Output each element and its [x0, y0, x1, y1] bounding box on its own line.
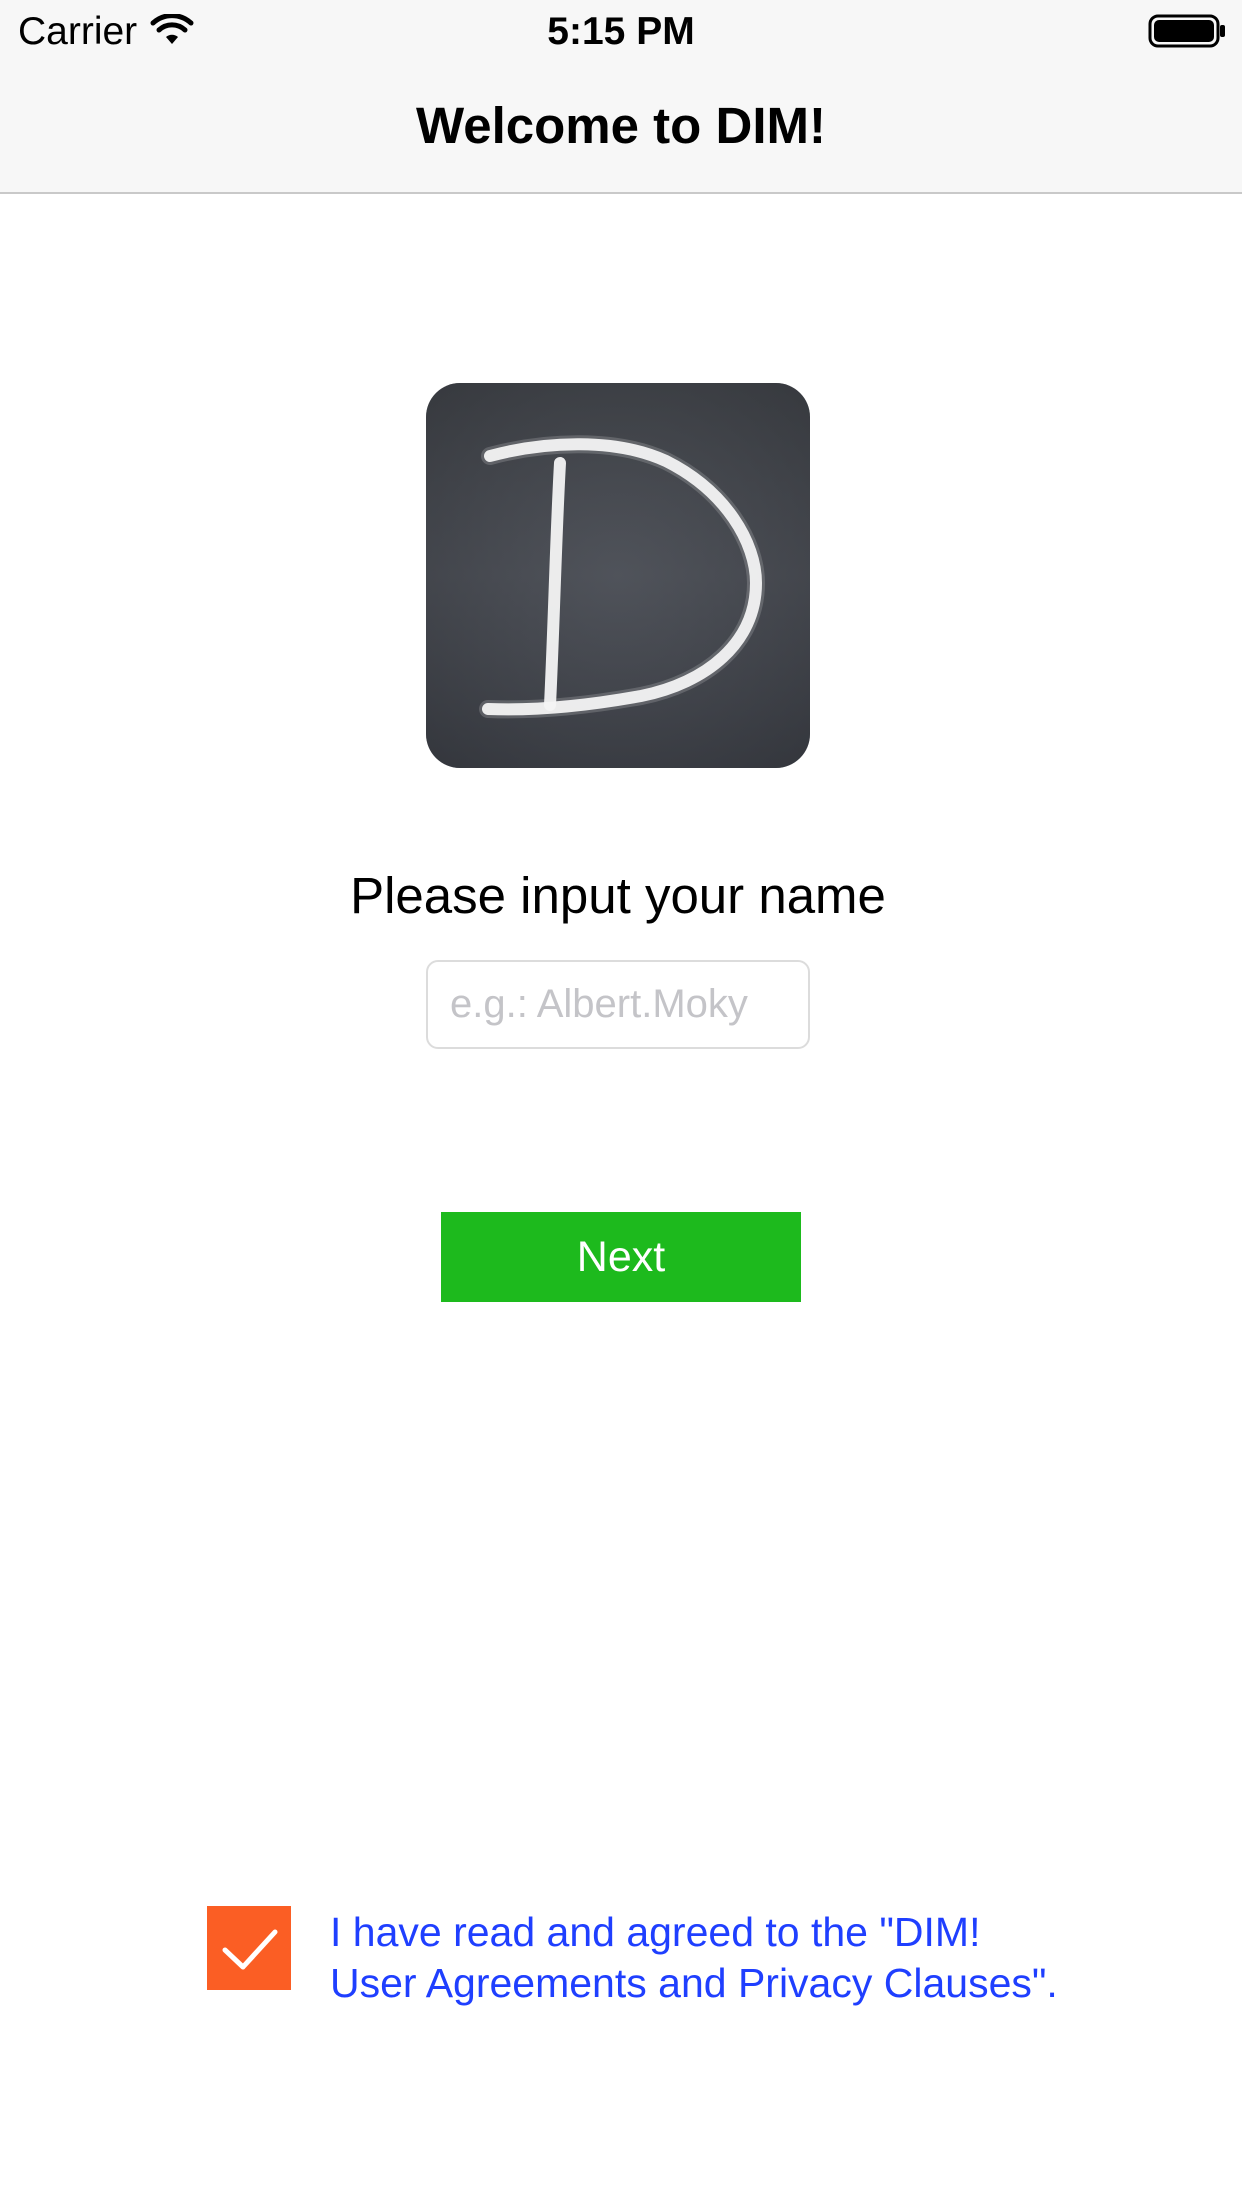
status-time: 5:15 PM	[547, 10, 695, 53]
dim-chalkboard-logo	[426, 383, 810, 768]
agreement-checkbox[interactable]	[207, 1906, 291, 1990]
battery-icon	[1148, 12, 1228, 50]
next-button[interactable]: Next	[441, 1212, 801, 1302]
agreement-link[interactable]: I have read and agreed to the "DIM! User…	[330, 1907, 1190, 2009]
checkmark-icon	[222, 1929, 278, 1970]
navigation-bar: Carrier 5:15 PM Welcome to DIM!	[0, 0, 1242, 194]
welcome-screen: Carrier 5:15 PM Welcome to DIM! Please i…	[0, 0, 1242, 2208]
agreement-line-1: I have read and agreed to the "DIM!	[330, 1909, 981, 1955]
name-prompt: Please input your name	[350, 867, 886, 924]
page-title: Welcome to DIM!	[416, 97, 826, 154]
agreement-line-2: User Agreements and Privacy Clauses".	[330, 1960, 1058, 2006]
name-input[interactable]	[426, 960, 810, 1049]
